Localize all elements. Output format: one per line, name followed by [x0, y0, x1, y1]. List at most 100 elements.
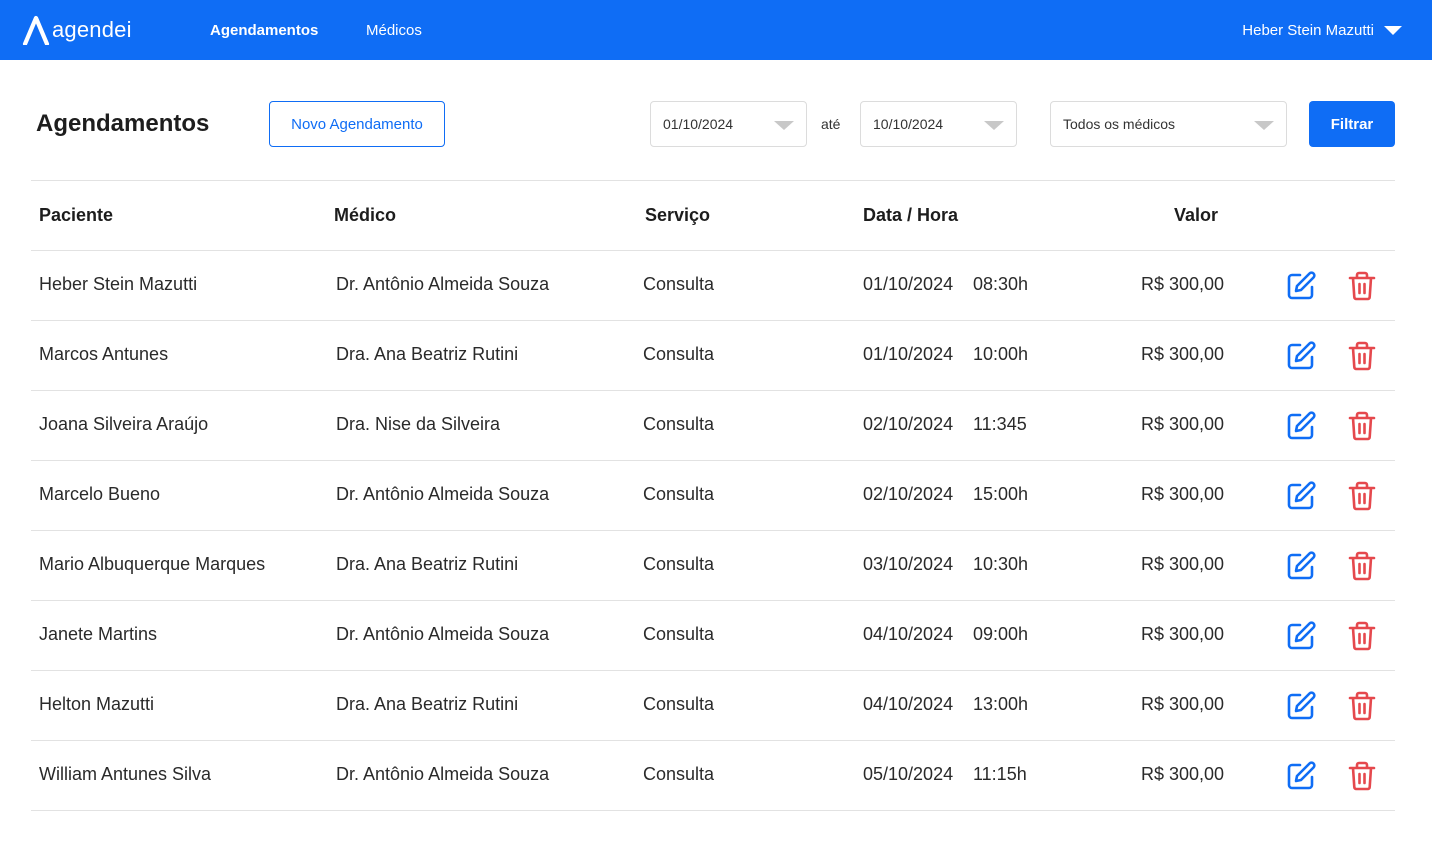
delete-button[interactable] [1346, 620, 1378, 652]
service-cell: Consulta [643, 554, 715, 574]
time-cell: 08:30h [973, 274, 1029, 294]
edit-button[interactable] [1285, 410, 1317, 442]
edit-icon [1287, 481, 1316, 510]
end-date-value: 10/10/2024 [873, 116, 944, 132]
delete-button[interactable] [1346, 410, 1378, 442]
time-cell: 13:00h [973, 694, 1029, 714]
column-header-service: Serviço [645, 205, 711, 225]
trash-icon [1348, 691, 1376, 721]
value-cell: R$ 300,00 [1141, 414, 1225, 434]
edit-button[interactable] [1285, 760, 1317, 792]
top-navbar: agendei Agendamentos Médicos Heber Stein… [0, 0, 1432, 60]
start-date-value: 01/10/2024 [663, 116, 734, 132]
date-cell: 04/10/2024 [863, 624, 954, 644]
edit-button[interactable] [1285, 550, 1317, 582]
date-range-separator: até [821, 116, 841, 132]
delete-button[interactable] [1346, 340, 1378, 372]
filter-button[interactable]: Filtrar [1309, 101, 1395, 147]
date-cell: 01/10/2024 [863, 274, 954, 294]
service-cell: Consulta [643, 414, 715, 434]
logo-text: agendei [52, 17, 132, 42]
user-menu[interactable]: Heber Stein Mazutti [1242, 22, 1402, 39]
trash-icon [1348, 551, 1376, 581]
edit-icon [1287, 411, 1316, 440]
caret-down-icon [1254, 121, 1274, 130]
doctor-cell: Dra. Nise da Silveira [336, 414, 501, 434]
trash-icon [1348, 481, 1376, 511]
edit-button[interactable] [1285, 620, 1317, 652]
value-cell: R$ 300,00 [1141, 344, 1225, 364]
patient-cell: William Antunes Silva [39, 764, 212, 784]
trash-icon [1348, 341, 1376, 371]
page-title: Agendamentos [36, 110, 210, 137]
patient-cell: Janete Martins [39, 624, 158, 644]
table-row: Janete Martins Dr. Antônio Almeida Souza… [31, 601, 1395, 671]
value-cell: R$ 300,00 [1141, 274, 1225, 294]
new-appointment-button[interactable]: Novo Agendamento [269, 101, 445, 147]
caret-down-icon [984, 121, 1004, 130]
patient-cell: Heber Stein Mazutti [39, 274, 198, 294]
edit-button[interactable] [1285, 340, 1317, 372]
app-logo[interactable]: agendei [22, 14, 132, 46]
appointments-table: Paciente Médico Serviço Data / Hora Valo… [31, 180, 1395, 811]
trash-icon [1348, 761, 1376, 791]
date-cell: 02/10/2024 [863, 414, 954, 434]
edit-icon [1287, 341, 1316, 370]
doctor-cell: Dra. Ana Beatriz Rutini [336, 554, 519, 574]
value-cell: R$ 300,00 [1141, 484, 1225, 504]
time-cell: 15:00h [973, 484, 1029, 504]
patient-cell: Joana Silveira Araújo [39, 414, 209, 434]
service-cell: Consulta [643, 694, 715, 714]
delete-button[interactable] [1346, 270, 1378, 302]
table-row: Marcelo Bueno Dr. Antônio Almeida Souza … [31, 461, 1395, 531]
delete-button[interactable] [1346, 760, 1378, 792]
end-date-select[interactable]: 10/10/2024 [860, 101, 1017, 147]
column-header-datetime: Data / Hora [863, 205, 959, 225]
patient-cell: Marcelo Bueno [39, 484, 161, 504]
start-date-select[interactable]: 01/10/2024 [650, 101, 807, 147]
patient-cell: Helton Mazutti [39, 694, 155, 714]
caret-down-icon [774, 121, 794, 130]
service-cell: Consulta [643, 764, 715, 784]
time-cell: 10:00h [973, 344, 1029, 364]
doctor-cell: Dra. Ana Beatriz Rutini [336, 694, 519, 714]
patient-cell: Mario Albuquerque Marques [39, 554, 266, 574]
doctor-cell: Dr. Antônio Almeida Souza [336, 764, 550, 784]
service-cell: Consulta [643, 344, 715, 364]
time-cell: 09:00h [973, 624, 1029, 644]
doctor-cell: Dr. Antônio Almeida Souza [336, 624, 550, 644]
delete-button[interactable] [1346, 480, 1378, 512]
edit-icon [1287, 761, 1316, 790]
column-header-doctor: Médico [334, 205, 397, 225]
trash-icon [1348, 411, 1376, 441]
edit-icon [1287, 621, 1316, 650]
time-cell: 11:15h [973, 764, 1027, 784]
date-cell: 03/10/2024 [863, 554, 954, 574]
nav-link-appointments[interactable]: Agendamentos [210, 22, 318, 39]
doctor-filter-select[interactable]: Todos os médicos [1050, 101, 1287, 147]
edit-button[interactable] [1285, 270, 1317, 302]
edit-button[interactable] [1285, 480, 1317, 512]
column-header-patient: Paciente [39, 205, 114, 225]
chevron-down-icon [1384, 26, 1402, 35]
delete-button[interactable] [1346, 550, 1378, 582]
value-cell: R$ 300,00 [1141, 694, 1225, 714]
edit-icon [1287, 551, 1316, 580]
table-row: Helton Mazutti Dra. Ana Beatriz Rutini C… [31, 671, 1395, 741]
value-cell: R$ 300,00 [1141, 624, 1225, 644]
table-row: William Antunes Silva Dr. Antônio Almeid… [31, 741, 1395, 811]
doctor-cell: Dr. Antônio Almeida Souza [336, 484, 550, 504]
delete-button[interactable] [1346, 690, 1378, 722]
time-cell: 11:345 [973, 414, 1027, 434]
table-row: Mario Albuquerque Marques Dra. Ana Beatr… [31, 531, 1395, 601]
logo-mark-icon [22, 15, 50, 45]
user-name: Heber Stein Mazutti [1242, 22, 1374, 39]
value-cell: R$ 300,00 [1141, 764, 1225, 784]
doctor-cell: Dr. Antônio Almeida Souza [336, 274, 550, 294]
time-cell: 10:30h [973, 554, 1029, 574]
trash-icon [1348, 271, 1376, 301]
nav-link-doctors[interactable]: Médicos [366, 22, 422, 39]
date-cell: 04/10/2024 [863, 694, 954, 714]
edit-button[interactable] [1285, 690, 1317, 722]
table-body: Heber Stein Mazutti Dr. Antônio Almeida … [31, 251, 1395, 811]
